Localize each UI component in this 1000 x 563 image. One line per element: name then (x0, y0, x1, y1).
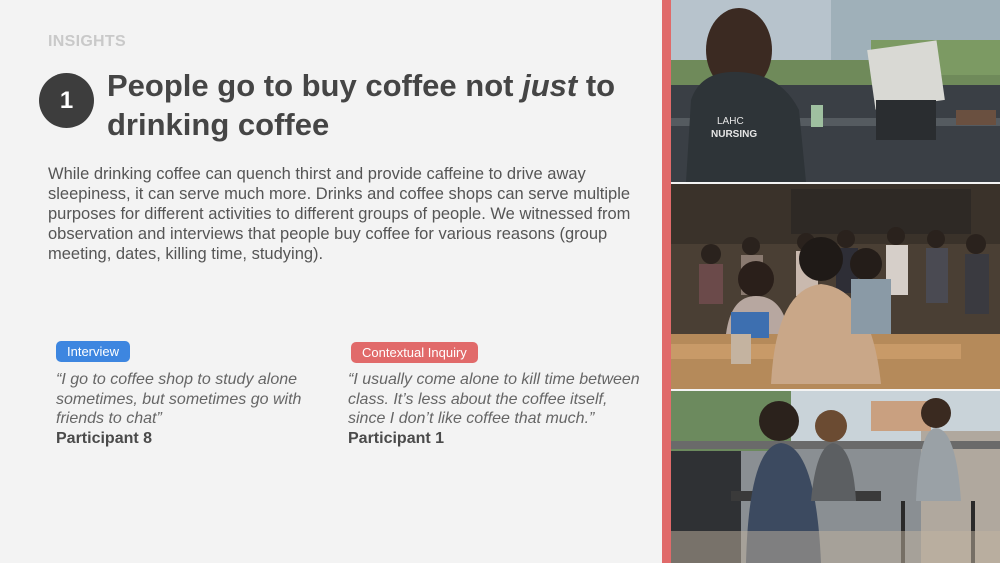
headline-part1: People go to buy coffee not (107, 68, 523, 103)
quote-text: “I go to coffee shop to study alone some… (56, 371, 302, 427)
insight-body: While drinking coffee can quench thirst … (48, 165, 631, 263)
accent-divider (662, 0, 671, 563)
contextual-inquiry-tag: Contextual Inquiry (351, 342, 478, 363)
photo-patio-date (671, 391, 1000, 563)
photo-window-seat: LAHC NURSING (671, 0, 1000, 182)
insight-headline: People go to buy coffee not just to drin… (107, 66, 647, 144)
slide: INSIGHTS 1 People go to buy coffee not j… (0, 0, 1000, 563)
headline-emphasis: just (522, 68, 578, 103)
section-label: INSIGHTS (48, 33, 126, 50)
quote-participant: Participant 8 (56, 430, 153, 447)
insight-number-badge: 1 (39, 73, 94, 128)
sweatshirt-text: NURSING (711, 129, 757, 140)
quote-participant: Participant 1 (348, 430, 445, 447)
photo-crowded-study-area (671, 184, 1000, 389)
quote-text: “I usually come alone to kill time betwe… (348, 371, 640, 427)
interview-tag: Interview (56, 341, 131, 362)
sweatshirt-text: LAHC (717, 116, 744, 127)
text-panel: INSIGHTS 1 People go to buy coffee not j… (0, 0, 662, 563)
